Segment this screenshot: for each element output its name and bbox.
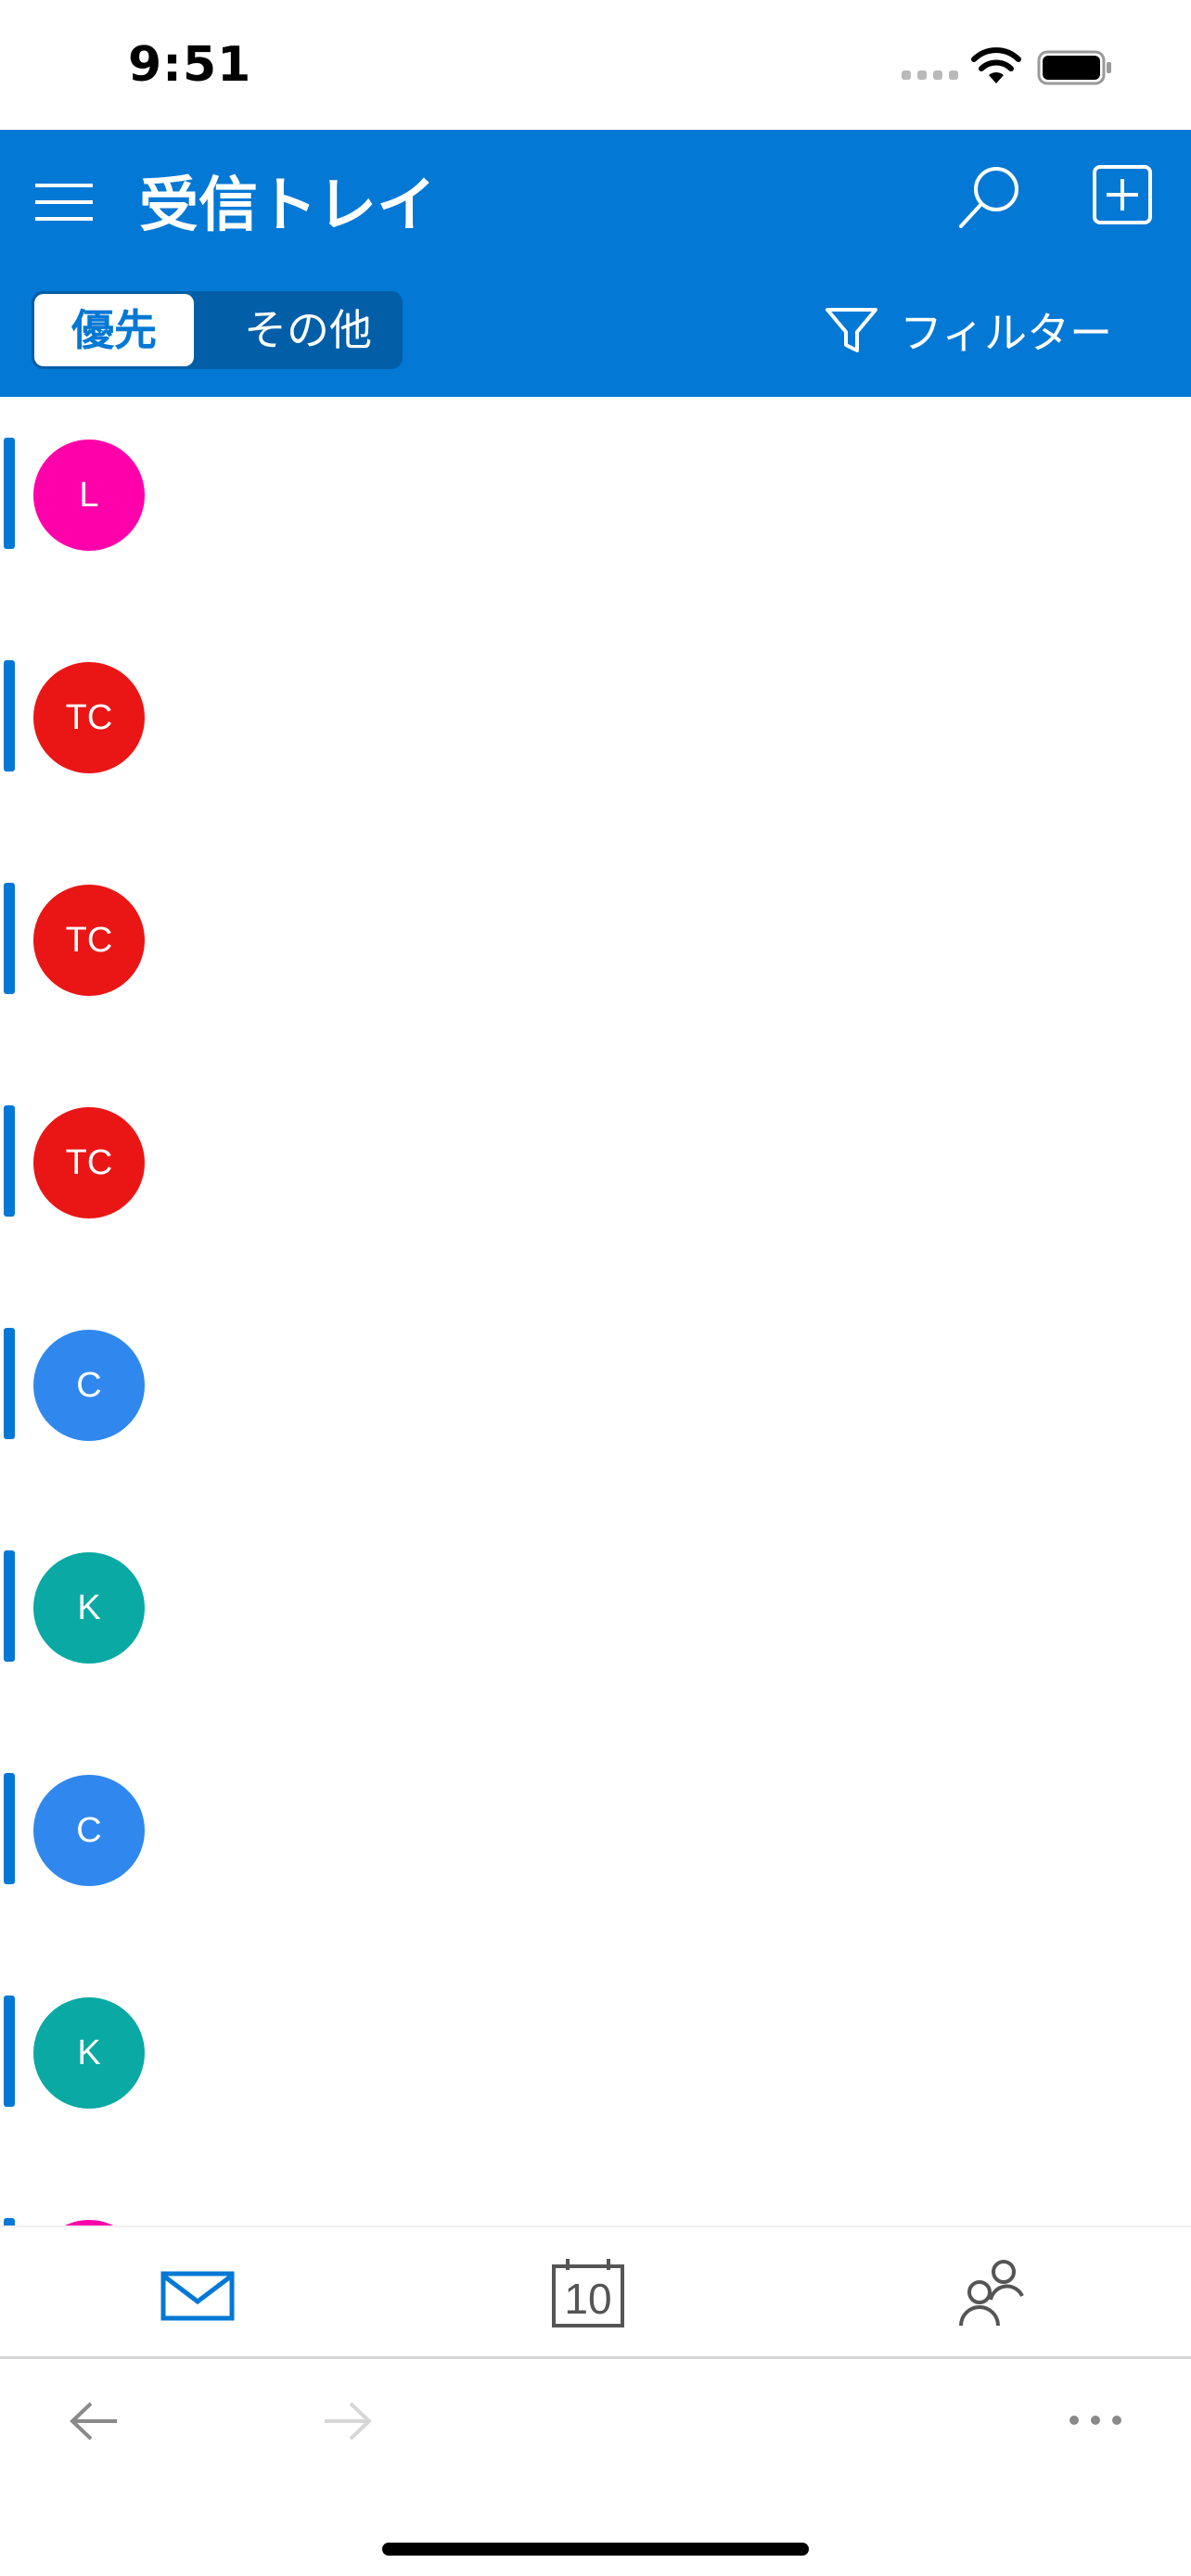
- message-row[interactable]: [0, 2177, 1191, 2225]
- more-icon[interactable]: [1067, 2411, 1124, 2429]
- home-indicator[interactable]: [382, 2543, 809, 2556]
- avatar: K: [33, 1997, 145, 2109]
- cellular-signal-icon: [902, 70, 958, 80]
- message-row[interactable]: TC: [0, 842, 1191, 1065]
- filter-button[interactable]: フィルター: [824, 293, 1112, 367]
- unread-indicator: [4, 660, 15, 772]
- unread-indicator: [4, 1550, 15, 1662]
- avatar: L: [33, 440, 145, 551]
- calendar-day: 10: [564, 2275, 612, 2323]
- message-row[interactable]: K: [0, 1955, 1191, 2177]
- avatar: TC: [33, 662, 145, 773]
- navigation-bar: [0, 2359, 1191, 2576]
- filter-label: フィルター: [900, 308, 1113, 358]
- avatar: TC: [33, 885, 145, 996]
- unread-indicator: [4, 1328, 15, 1439]
- people-icon[interactable]: [950, 2255, 1043, 2333]
- mail-icon[interactable]: [152, 2255, 245, 2333]
- message-row[interactable]: C: [0, 1732, 1191, 1955]
- filter-icon: [826, 308, 877, 352]
- unread-indicator: [4, 1105, 15, 1217]
- avatar: C: [33, 1330, 145, 1441]
- inbox-header: 受信トレイ 優先 その他 フィルター: [0, 130, 1191, 397]
- tab-focused[interactable]: 優先: [34, 294, 194, 366]
- unread-indicator: [4, 2218, 15, 2225]
- unread-indicator: [4, 1773, 15, 1884]
- message-row[interactable]: L: [0, 397, 1191, 619]
- message-row[interactable]: C: [0, 1287, 1191, 1510]
- unread-indicator: [4, 1996, 15, 2107]
- compose-icon[interactable]: [1091, 163, 1154, 226]
- bottom-tab-bar: 10: [0, 2225, 1191, 2359]
- forward-arrow-icon[interactable]: [319, 2398, 375, 2444]
- status-bar: 9:51: [0, 0, 1191, 130]
- message-row[interactable]: TC: [0, 619, 1191, 842]
- status-time: 9:51: [128, 37, 252, 93]
- avatar: C: [33, 1775, 145, 1886]
- unread-indicator: [4, 883, 15, 994]
- tab-other[interactable]: その他: [217, 291, 399, 369]
- page-title: 受信トレイ: [139, 172, 436, 240]
- message-row[interactable]: TC: [0, 1065, 1191, 1287]
- inbox-segmented-control: 優先 その他: [32, 291, 403, 369]
- hamburger-menu-icon[interactable]: [33, 176, 98, 228]
- battery-icon: [1037, 50, 1111, 85]
- unread-indicator: [4, 438, 15, 549]
- message-list[interactable]: L TC TC TC C K C K: [0, 397, 1191, 2225]
- avatar: TC: [33, 1107, 145, 1218]
- message-row[interactable]: K: [0, 1510, 1191, 1732]
- wifi-icon: [971, 47, 1021, 83]
- search-icon[interactable]: [955, 163, 1024, 232]
- calendar-icon[interactable]: 10: [547, 2255, 640, 2333]
- back-arrow-icon[interactable]: [67, 2398, 122, 2444]
- avatar: K: [33, 1552, 145, 1664]
